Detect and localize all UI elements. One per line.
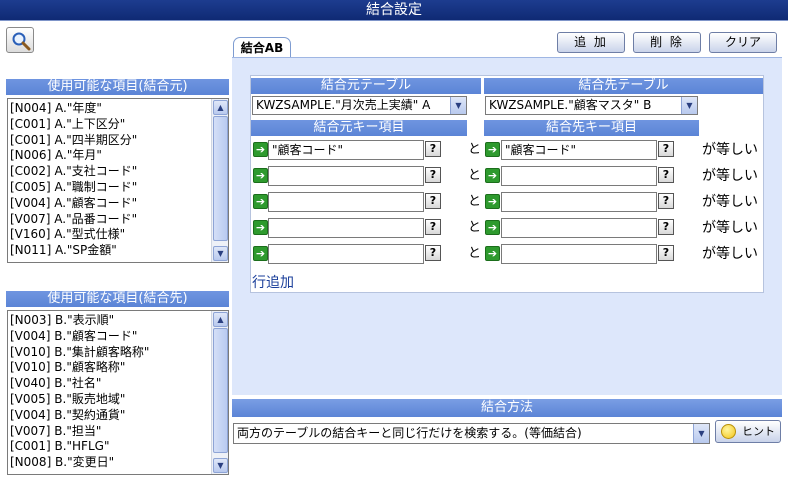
source-key-help-button[interactable]: ? [425, 219, 441, 235]
list-item[interactable]: [V004] A."顧客コード" [10, 196, 137, 212]
right-arrow-icon[interactable]: ➔ [253, 220, 268, 235]
add-button[interactable]: 追 加 [557, 32, 625, 53]
scroll-thumb[interactable] [213, 116, 228, 241]
join-method-select[interactable]: 両方のテーブルの結合キーと同じ行だけを検索する。(等価結合) ▼ [233, 423, 710, 444]
target-key-help-button[interactable]: ? [658, 141, 674, 157]
connector-label: と [468, 246, 482, 261]
delete-button[interactable]: 削 除 [633, 32, 701, 53]
source-fields-header: 使用可能な項目(結合元) [6, 79, 229, 95]
source-key-field[interactable] [268, 192, 424, 212]
target-key-field[interactable] [501, 218, 657, 238]
chevron-down-icon[interactable]: ▼ [450, 97, 466, 114]
chevron-down-icon[interactable]: ▼ [693, 424, 709, 443]
join-method-header: 結合方法 [232, 399, 782, 417]
list-item[interactable]: [N008] B."変更日" [10, 455, 149, 471]
list-item[interactable]: [V040] B."社名" [10, 376, 149, 392]
scroll-up-icon[interactable]: ▲ [213, 312, 228, 327]
equals-label: が等しい [702, 168, 758, 184]
right-arrow-icon[interactable]: ➔ [485, 246, 500, 261]
source-list-scrollbar[interactable]: ▲ ▼ [211, 99, 228, 262]
list-item[interactable]: [C005] A."職制コード" [10, 180, 137, 196]
search-icon [12, 32, 31, 51]
source-table-value: KWZSAMPLE."月次売上実績" A [256, 98, 431, 112]
list-item[interactable]: [N004] A."年度" [10, 101, 137, 117]
tab-join-ab[interactable]: 結合AB [233, 37, 291, 57]
list-item[interactable]: [V010] B."顧客略称" [10, 360, 149, 376]
list-item[interactable]: [C001] A."四半期区分" [10, 133, 137, 149]
right-arrow-icon[interactable]: ➔ [253, 194, 268, 209]
target-table-select[interactable]: KWZSAMPLE."顧客マスタ" B ▼ [485, 96, 698, 115]
right-arrow-icon[interactable]: ➔ [253, 168, 268, 183]
target-key-field[interactable] [501, 166, 657, 186]
target-key-help-button[interactable]: ? [658, 245, 674, 261]
source-key-help-button[interactable]: ? [425, 141, 441, 157]
list-item[interactable]: [C001] A."上下区分" [10, 117, 137, 133]
list-item[interactable]: [V010] B."集計顧客略称" [10, 345, 149, 361]
source-key-header: 結合元キー項目 [251, 120, 467, 136]
list-item[interactable]: [V004] B."顧客コード" [10, 329, 149, 345]
clear-button[interactable]: クリア [709, 32, 777, 53]
target-fields-list[interactable]: [N003] B."表示順" [V004] B."顧客コード" [V010] B."… [7, 310, 229, 475]
right-arrow-icon[interactable]: ➔ [485, 168, 500, 183]
source-table-select[interactable]: KWZSAMPLE."月次売上実績" A ▼ [252, 96, 467, 115]
list-item[interactable]: [N003] B."表示順" [10, 313, 149, 329]
source-key-field[interactable] [268, 218, 424, 238]
target-fields-items: [N003] B."表示順" [V004] B."顧客コード" [V010] B."… [10, 313, 149, 471]
target-key-field[interactable]: "顧客コード" [501, 140, 657, 160]
target-table-value: KWZSAMPLE."顧客マスタ" B [489, 98, 652, 112]
source-key-field[interactable] [268, 166, 424, 186]
target-list-scrollbar[interactable]: ▲ ▼ [211, 311, 228, 474]
source-fields-items: [N004] A."年度" [C001] A."上下区分" [C001] A."四半… [10, 101, 137, 259]
equals-label: が等しい [702, 220, 758, 236]
right-arrow-icon[interactable]: ➔ [485, 194, 500, 209]
list-item[interactable]: [V160] A."型式仕様" [10, 227, 137, 243]
right-arrow-icon[interactable]: ➔ [253, 246, 268, 261]
target-key-field[interactable] [501, 192, 657, 212]
list-item[interactable]: [V007] B."担当" [10, 424, 149, 440]
list-item[interactable]: [C001] B."HFLG" [10, 439, 149, 455]
equals-label: が等しい [702, 246, 758, 262]
target-key-field[interactable] [501, 244, 657, 264]
equals-label: が等しい [702, 194, 758, 210]
source-fields-list[interactable]: [N004] A."年度" [C001] A."上下区分" [C001] A."四半… [7, 98, 229, 263]
connector-label: と [468, 168, 482, 183]
hint-label: ヒント [742, 425, 775, 438]
list-item[interactable]: [V005] B."販売地域" [10, 392, 149, 408]
list-item[interactable]: [N011] A."SP金額" [10, 243, 137, 259]
equals-label: が等しい [702, 142, 758, 158]
connector-label: と [468, 142, 482, 157]
source-key-help-button[interactable]: ? [425, 193, 441, 209]
target-key-header: 結合先キー項目 [484, 120, 699, 136]
add-row-link[interactable]: 行追加 [252, 272, 294, 292]
list-item[interactable]: [N006] A."年月" [10, 148, 137, 164]
target-key-help-button[interactable]: ? [658, 219, 674, 235]
target-key-help-button[interactable]: ? [658, 193, 674, 209]
connector-label: と [468, 194, 482, 209]
source-key-field[interactable] [268, 244, 424, 264]
hint-button[interactable]: ヒント [715, 420, 781, 443]
list-item[interactable]: [V007] A."品番コード" [10, 212, 137, 228]
lightbulb-icon [721, 424, 736, 439]
source-key-help-button[interactable]: ? [425, 167, 441, 183]
source-key-help-button[interactable]: ? [425, 245, 441, 261]
right-arrow-icon[interactable]: ➔ [485, 142, 500, 157]
source-table-header: 結合元テーブル [251, 78, 481, 94]
join-method-value: 両方のテーブルの結合キーと同じ行だけを検索する。(等価結合) [237, 426, 582, 440]
right-arrow-icon[interactable]: ➔ [485, 220, 500, 235]
right-arrow-icon[interactable]: ➔ [253, 142, 268, 157]
target-table-header: 結合先テーブル [484, 78, 763, 94]
search-button[interactable] [6, 27, 34, 53]
scroll-down-icon[interactable]: ▼ [213, 458, 228, 473]
scroll-up-icon[interactable]: ▲ [213, 100, 228, 115]
scroll-thumb[interactable] [213, 328, 228, 453]
list-item[interactable]: [C002] A."支社コード" [10, 164, 137, 180]
list-item[interactable]: [V004] B."契約通貨" [10, 408, 149, 424]
window-title: 結合設定 [0, 0, 788, 21]
target-key-help-button[interactable]: ? [658, 167, 674, 183]
connector-label: と [468, 220, 482, 235]
source-key-field[interactable]: "顧客コード" [268, 140, 424, 160]
chevron-down-icon[interactable]: ▼ [681, 97, 697, 114]
scroll-down-icon[interactable]: ▼ [213, 246, 228, 261]
target-fields-header: 使用可能な項目(結合先) [6, 291, 229, 307]
